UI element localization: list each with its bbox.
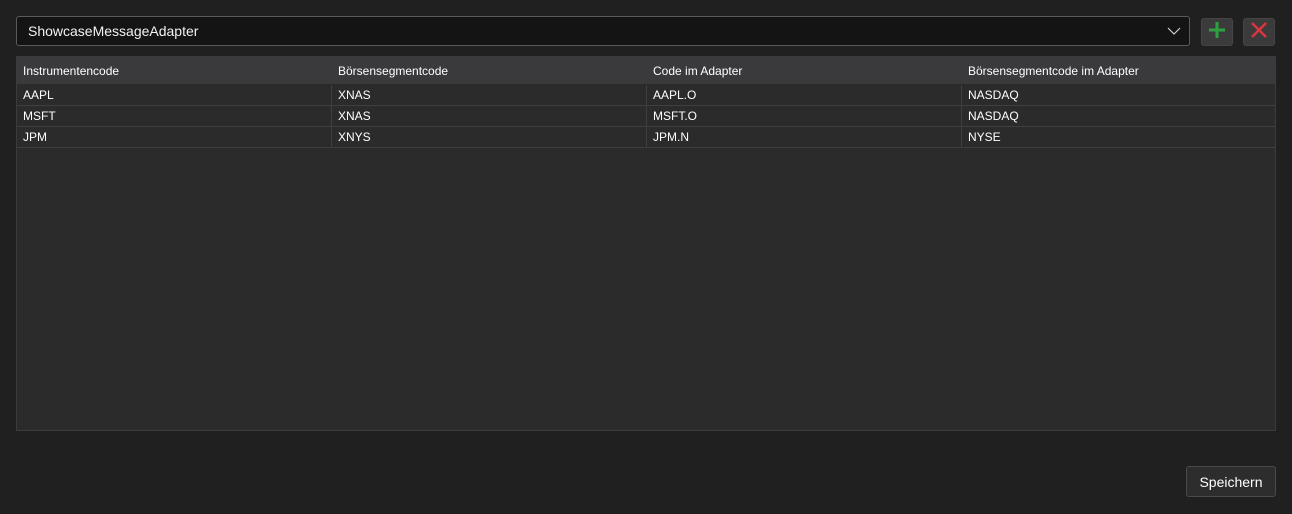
column-header-boersensegmentcode[interactable]: Börsensegmentcode bbox=[332, 57, 647, 84]
plus-icon bbox=[1208, 21, 1226, 44]
grid-header: Instrumentencode Börsensegmentcode Code … bbox=[17, 57, 1275, 85]
table-cell[interactable]: XNAS bbox=[332, 106, 647, 126]
mapping-grid: Instrumentencode Börsensegmentcode Code … bbox=[16, 56, 1276, 431]
table-cell[interactable]: AAPL.O bbox=[647, 85, 962, 105]
adapter-select-value: ShowcaseMessageAdapter bbox=[28, 23, 199, 39]
adapter-mapping-view: ShowcaseMessageAdapter Instrumentencode bbox=[0, 0, 1292, 514]
chevron-down-icon[interactable] bbox=[1159, 17, 1189, 45]
table-cell[interactable]: AAPL bbox=[17, 85, 332, 105]
table-cell[interactable]: NASDAQ bbox=[962, 106, 1275, 126]
column-header-code-im-adapter[interactable]: Code im Adapter bbox=[647, 57, 962, 84]
column-header-instrumentencode[interactable]: Instrumentencode bbox=[17, 57, 332, 84]
table-row[interactable]: MSFT XNAS MSFT.O NASDAQ bbox=[17, 106, 1275, 127]
adapter-select[interactable]: ShowcaseMessageAdapter bbox=[16, 16, 1190, 46]
table-cell[interactable]: XNAS bbox=[332, 85, 647, 105]
table-row[interactable]: JPM XNYS JPM.N NYSE bbox=[17, 127, 1275, 148]
table-cell[interactable]: JPM.N bbox=[647, 127, 962, 147]
close-icon bbox=[1250, 21, 1268, 44]
table-cell[interactable]: JPM bbox=[17, 127, 332, 147]
add-mapping-button[interactable] bbox=[1201, 18, 1233, 46]
table-row[interactable]: AAPL XNAS AAPL.O NASDAQ bbox=[17, 85, 1275, 106]
table-cell[interactable]: NASDAQ bbox=[962, 85, 1275, 105]
table-cell[interactable]: XNYS bbox=[332, 127, 647, 147]
table-cell[interactable]: MSFT.O bbox=[647, 106, 962, 126]
save-button[interactable]: Speichern bbox=[1186, 466, 1276, 497]
column-header-boersensegmentcode-im-adapter[interactable]: Börsensegmentcode im Adapter bbox=[962, 57, 1275, 84]
table-cell[interactable]: MSFT bbox=[17, 106, 332, 126]
remove-mapping-button[interactable] bbox=[1243, 18, 1275, 46]
table-cell[interactable]: NYSE bbox=[962, 127, 1275, 147]
